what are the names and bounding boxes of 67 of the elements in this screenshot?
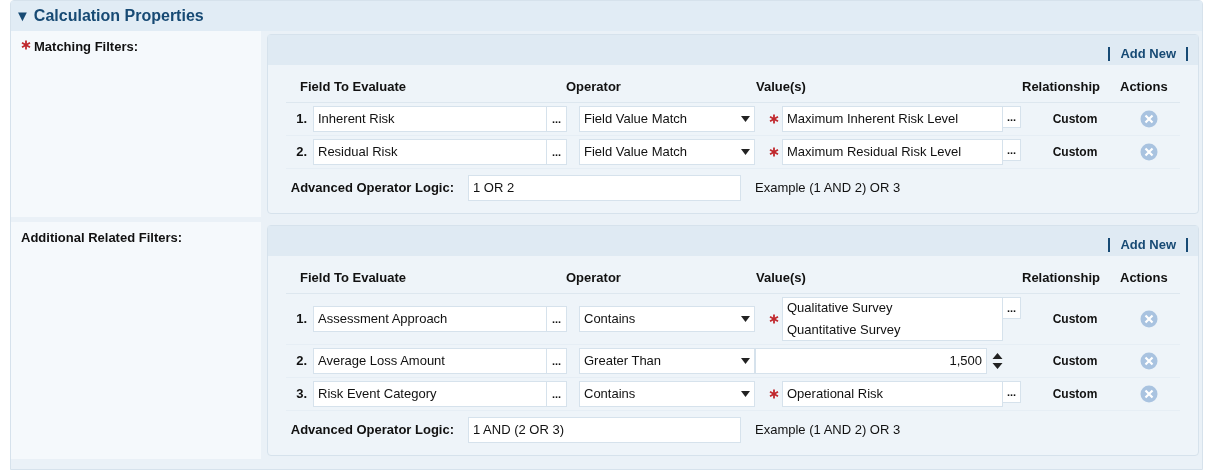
row-number: 2. [295,352,308,371]
row-number: 2. [295,143,308,162]
row-number: 1. [295,310,308,329]
relationship-text: Custom [1051,386,1099,403]
delete-icon[interactable] [1140,143,1158,161]
example-text: Example (1 AND 2) OR 3 [755,179,901,198]
operator-select[interactable]: Greater Than [579,348,755,374]
column-header: Actions [1120,77,1169,96]
relationship-text: Custom [1051,311,1099,328]
filter-group-label: Matching Filters: [34,38,138,56]
ellipsis-button[interactable]: ... [547,381,567,407]
value-input[interactable]: Maximum Residual Risk Level [782,139,1003,165]
collapse-toggle[interactable]: ▼ [15,4,30,28]
delete-icon[interactable] [1140,110,1158,128]
caret-icon [741,391,750,397]
section-title: Calculation Properties [33,6,204,26]
field-input[interactable]: Inherent Risk [313,106,547,132]
logic-input[interactable]: 1 AND (2 OR 3) [468,417,741,443]
operator-select[interactable]: Field Value Match [579,139,755,165]
column-header: Field To Evaluate [300,268,407,287]
field-input[interactable]: Assessment Approach [313,306,547,332]
example-text: Example (1 AND 2) OR 3 [755,421,901,440]
ellipsis-button[interactable]: ... [547,139,567,165]
column-header: Actions [1120,268,1169,287]
add-new-link[interactable]: Add New [1120,234,1176,254]
column-header: Value(s) [756,268,807,287]
add-new-link[interactable]: Add New [1120,43,1176,63]
operator-select[interactable]: Field Value Match [579,106,755,132]
ellipsis-button[interactable]: ... [547,106,567,132]
relationship-text: Custom [1051,144,1099,161]
column-header: Relationship [1022,77,1101,96]
caret-icon [741,316,750,322]
relationship-text: Custom [1051,111,1099,128]
number-input[interactable]: 1,500 [755,348,987,374]
column-header: Field To Evaluate [300,77,407,96]
operator-select[interactable]: Contains [579,306,755,332]
spinner-icon[interactable] [992,352,1003,370]
logic-input[interactable]: 1 OR 2 [468,175,741,201]
caret-icon [741,149,750,155]
ellipsis-button[interactable]: ... [1003,297,1021,319]
logic-label: Advanced Operator Logic: [289,421,455,440]
caret-icon [741,358,750,364]
value-input[interactable]: Maximum Inherent Risk Level [782,106,1003,132]
caret-icon [741,116,750,122]
column-header: Operator [566,268,622,287]
delete-icon[interactable] [1140,352,1158,370]
column-header: Value(s) [756,77,807,96]
ellipsis-button[interactable]: ... [547,348,567,374]
ellipsis-button[interactable]: ... [1003,381,1021,403]
delete-icon[interactable] [1140,310,1158,328]
ellipsis-button[interactable]: ... [1003,139,1021,161]
field-input[interactable]: Risk Event Category [313,381,547,407]
ellipsis-button[interactable]: ... [1003,106,1021,128]
field-input[interactable]: Average Loss Amount [313,348,547,374]
delete-icon[interactable] [1140,385,1158,403]
value-input[interactable]: Qualitative Survey Quantitative Survey [782,297,1003,341]
ellipsis-button[interactable]: ... [547,306,567,332]
value-input[interactable]: Operational Risk [782,381,1003,407]
relationship-text: Custom [1051,353,1099,370]
operator-select[interactable]: Contains [579,381,755,407]
filter-group-label: Additional Related Filters: [21,229,183,247]
logic-label: Advanced Operator Logic: [289,179,455,198]
row-number: 1. [295,110,308,129]
row-number: 3. [295,385,308,404]
field-input[interactable]: Residual Risk [313,139,547,165]
column-header: Relationship [1022,268,1101,287]
column-header: Operator [566,77,622,96]
